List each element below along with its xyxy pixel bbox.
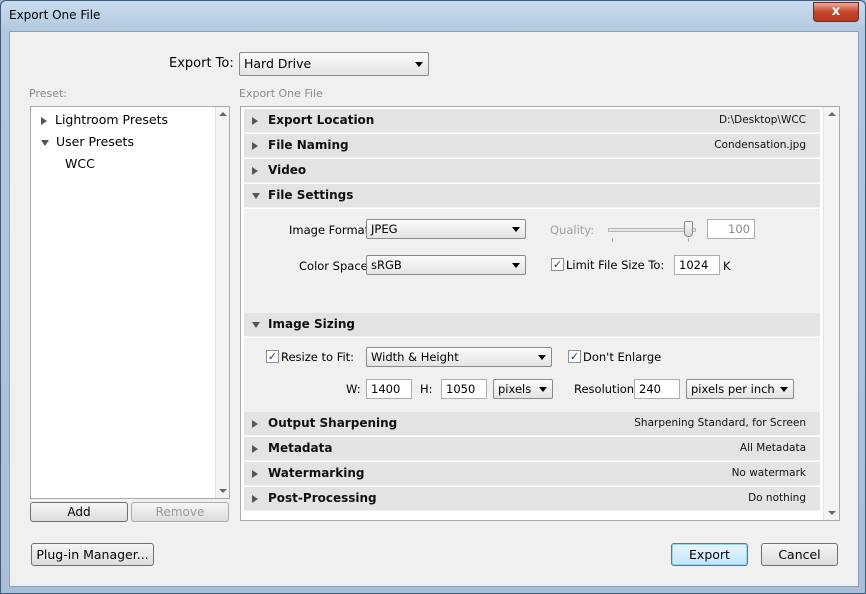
section-metadata[interactable]: Metadata All Metadata bbox=[244, 437, 820, 461]
limit-file-size-checkbox[interactable]: ✓ bbox=[551, 258, 564, 271]
expand-icon bbox=[252, 167, 258, 175]
expand-icon[interactable] bbox=[41, 116, 47, 125]
title-bar[interactable]: Export One File x bbox=[1, 1, 865, 31]
collapse-icon[interactable] bbox=[41, 139, 49, 146]
expand-icon bbox=[252, 117, 258, 125]
expand-icon bbox=[252, 495, 258, 503]
preset-item-wcc[interactable]: WCC bbox=[65, 156, 95, 171]
image-format-select[interactable]: JPEG bbox=[366, 219, 526, 239]
scroll-down-icon[interactable] bbox=[219, 489, 227, 493]
resize-to-fit-label: Resize to Fit: bbox=[281, 350, 355, 364]
chevron-down-icon bbox=[512, 227, 520, 232]
export-to-label: Export To: bbox=[169, 56, 234, 71]
height-label: H: bbox=[420, 382, 433, 396]
expand-icon bbox=[252, 142, 258, 150]
slider-tick bbox=[688, 238, 689, 242]
preset-folder-user[interactable]: User Presets bbox=[41, 134, 134, 149]
section-summary: Sharpening Standard, for Screen bbox=[634, 417, 806, 429]
collapse-icon bbox=[252, 322, 260, 328]
section-summary: No watermark bbox=[731, 467, 806, 479]
panel-label: Export One File bbox=[239, 87, 323, 100]
dont-enlarge-label: Don't Enlarge bbox=[583, 350, 662, 364]
image-format-label: Image Format: bbox=[289, 223, 374, 237]
width-field[interactable]: 1400 bbox=[366, 379, 412, 399]
scroll-up-icon[interactable] bbox=[828, 112, 836, 116]
section-output-sharpening[interactable]: Output Sharpening Sharpening Standard, f… bbox=[244, 412, 820, 436]
window-title: Export One File bbox=[9, 8, 101, 22]
limit-file-size-field[interactable]: 1024 bbox=[674, 255, 720, 275]
cancel-button[interactable]: Cancel bbox=[761, 543, 838, 566]
quality-slider[interactable] bbox=[608, 228, 696, 232]
resolution-unit-select[interactable]: pixels per inch bbox=[686, 379, 794, 399]
resize-to-fit-checkbox[interactable]: ✓ bbox=[266, 350, 279, 363]
expand-icon bbox=[252, 445, 258, 453]
preset-scrollbar[interactable] bbox=[215, 107, 229, 498]
section-watermarking[interactable]: Watermarking No watermark bbox=[244, 462, 820, 486]
section-summary: All Metadata bbox=[739, 442, 806, 454]
collapse-icon bbox=[252, 193, 260, 199]
dont-enlarge-checkbox[interactable]: ✓ bbox=[568, 350, 581, 363]
file-settings-body: Image Format: JPEG Quality: 100 Color Sp… bbox=[244, 209, 820, 313]
settings-scrollbar[interactable] bbox=[823, 107, 839, 520]
close-button[interactable]: x bbox=[813, 2, 859, 22]
resolution-field[interactable]: 240 bbox=[634, 379, 680, 399]
add-preset-button[interactable]: Add bbox=[30, 502, 128, 522]
scroll-up-icon[interactable] bbox=[219, 112, 227, 116]
scroll-down-icon[interactable] bbox=[828, 511, 836, 515]
color-space-select[interactable]: sRGB bbox=[366, 255, 526, 275]
limit-unit-label: K bbox=[723, 259, 731, 273]
section-file-naming[interactable]: File Naming Condensation.jpg bbox=[244, 134, 820, 158]
section-export-location[interactable]: Export Location D:\Desktop\WCC bbox=[244, 109, 820, 133]
expand-icon bbox=[252, 420, 258, 428]
export-to-value: Hard Drive bbox=[244, 56, 312, 71]
dialog-client: Export To: Hard Drive Preset: Lightroom … bbox=[9, 31, 859, 587]
section-summary: Do nothing bbox=[748, 492, 806, 504]
quality-field[interactable]: 100 bbox=[707, 219, 755, 239]
preset-list[interactable]: Lightroom Presets User Presets WCC bbox=[30, 106, 230, 499]
image-sizing-body: ✓ Resize to Fit: Width & Height ✓ Don't … bbox=[244, 338, 820, 412]
chevron-down-icon bbox=[538, 355, 546, 360]
chevron-down-icon bbox=[415, 62, 423, 67]
close-icon: x bbox=[831, 4, 841, 19]
section-summary: D:\Desktop\WCC bbox=[718, 114, 806, 126]
preset-folder-lightroom[interactable]: Lightroom Presets bbox=[41, 112, 168, 127]
section-summary: Condensation.jpg bbox=[714, 139, 806, 151]
settings-panel: Export Location D:\Desktop\WCC File Nami… bbox=[240, 106, 840, 521]
chevron-down-icon bbox=[780, 387, 788, 392]
expand-icon bbox=[252, 470, 258, 478]
resize-mode-select[interactable]: Width & Height bbox=[366, 347, 552, 367]
section-video[interactable]: Video bbox=[244, 159, 820, 183]
section-image-sizing[interactable]: Image Sizing bbox=[244, 313, 820, 337]
height-field[interactable]: 1050 bbox=[441, 379, 487, 399]
export-button[interactable]: Export bbox=[671, 543, 748, 566]
preset-label: Preset: bbox=[29, 87, 68, 100]
chevron-down-icon bbox=[539, 387, 547, 392]
slider-tick bbox=[612, 238, 613, 242]
export-to-select[interactable]: Hard Drive bbox=[239, 52, 429, 76]
export-dialog: Export One File x Export To: Hard Drive … bbox=[0, 0, 866, 594]
plugin-manager-button[interactable]: Plug-in Manager... bbox=[31, 543, 154, 566]
size-unit-select[interactable]: pixels bbox=[493, 379, 553, 399]
chevron-down-icon bbox=[512, 263, 520, 268]
width-label: W: bbox=[346, 382, 361, 396]
color-space-label: Color Space: bbox=[299, 259, 372, 273]
quality-label: Quality: bbox=[550, 223, 595, 237]
section-file-settings[interactable]: File Settings bbox=[244, 184, 820, 208]
quality-slider-thumb[interactable] bbox=[684, 221, 693, 237]
limit-file-size-label: Limit File Size To: bbox=[566, 258, 665, 272]
remove-preset-button[interactable]: Remove bbox=[131, 502, 229, 522]
resolution-label: Resolution: bbox=[574, 382, 638, 396]
section-post-processing[interactable]: Post-Processing Do nothing bbox=[244, 487, 820, 511]
